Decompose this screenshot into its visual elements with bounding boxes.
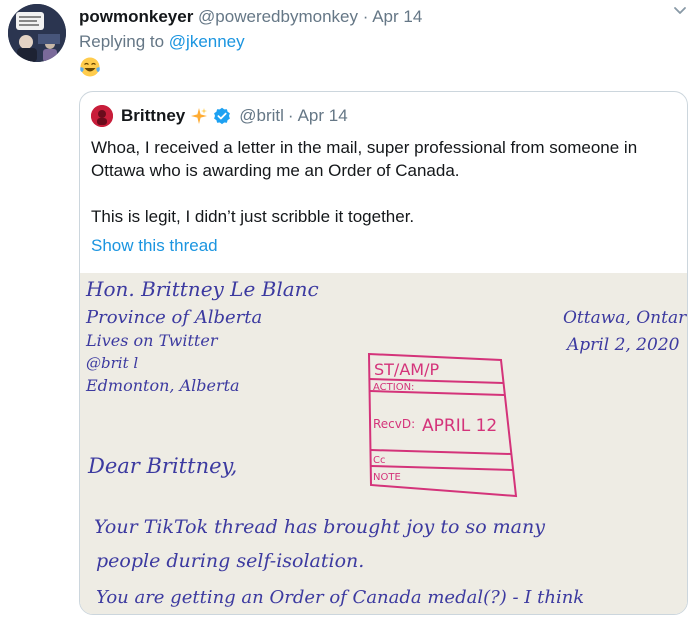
tears-of-joy-emoji: [80, 57, 100, 77]
user-avatar[interactable]: [8, 4, 66, 62]
replying-prefix: Replying to: [79, 32, 169, 51]
letter-body-line: Your TikTok thread has brought joy to so…: [94, 516, 545, 538]
quoted-tweet-card[interactable]: Brittney @britl · Apr 14 Whoa, I receive…: [79, 91, 688, 615]
display-name[interactable]: powmonkeyer: [79, 7, 193, 26]
verified-badge-icon: [214, 107, 231, 125]
letter-photo[interactable]: Hon. Brittney Le Blanc Province of Alber…: [80, 273, 687, 614]
letter-address-line: Lives on Twitter: [85, 331, 219, 350]
quoted-tweet-header: Brittney @britl · Apr 14: [91, 104, 348, 128]
letter-address-line: Hon. Brittney Le Blanc: [85, 277, 319, 301]
separator-dot: ·: [362, 7, 369, 26]
replying-to: Replying to @jkenney: [79, 31, 245, 53]
sparkles-emoji: [191, 108, 208, 124]
quoted-user-handle: @britl: [239, 106, 284, 125]
tweet-header: powmonkeyer @poweredbymonkey · Apr 14: [79, 6, 422, 28]
letter-place: Ottawa, Ontar: [563, 308, 687, 328]
stamp-recd-label: RecvD:: [373, 417, 415, 431]
replying-handle-link[interactable]: @jkenney: [169, 32, 245, 51]
quoted-text-paragraph: This is legit, I didn’t just scribble it…: [91, 207, 415, 226]
letter-address-line: Edmonton, Alberta: [85, 376, 240, 395]
letter-date: April 2, 2020: [565, 335, 680, 355]
show-thread-link[interactable]: Show this thread: [91, 234, 218, 257]
quoted-display-name: Brittney: [121, 106, 186, 125]
letter-body-line: You are getting an Order of Canada medal…: [96, 587, 584, 608]
letter-greeting: Dear Brittney,: [87, 454, 237, 478]
user-handle[interactable]: @poweredbymonkey: [198, 7, 358, 26]
stamp-note: NOTE: [373, 472, 401, 483]
stamp-recd-value: APRIL 12: [422, 416, 497, 436]
quoted-tweet-date: Apr 14: [297, 106, 348, 125]
quoted-user-avatar: [91, 105, 113, 127]
letter-body-line: people during self-isolation.: [96, 550, 364, 572]
quoted-tweet-text: Whoa, I received a letter in the mail, s…: [91, 136, 681, 228]
tweet-date[interactable]: Apr 14: [372, 7, 422, 26]
stamp-title: ST/AM/P: [374, 360, 439, 379]
stamp-cc: Cc: [373, 455, 385, 466]
chevron-down-icon[interactable]: [671, 2, 689, 20]
quoted-text-paragraph: Whoa, I received a letter in the mail, s…: [91, 138, 638, 180]
letter-address-line: @brit l: [86, 354, 138, 372]
separator-dot: ·: [287, 106, 294, 125]
stamp-action: ACTION:: [373, 382, 414, 393]
letter-address-line: Province of Alberta: [85, 307, 262, 328]
